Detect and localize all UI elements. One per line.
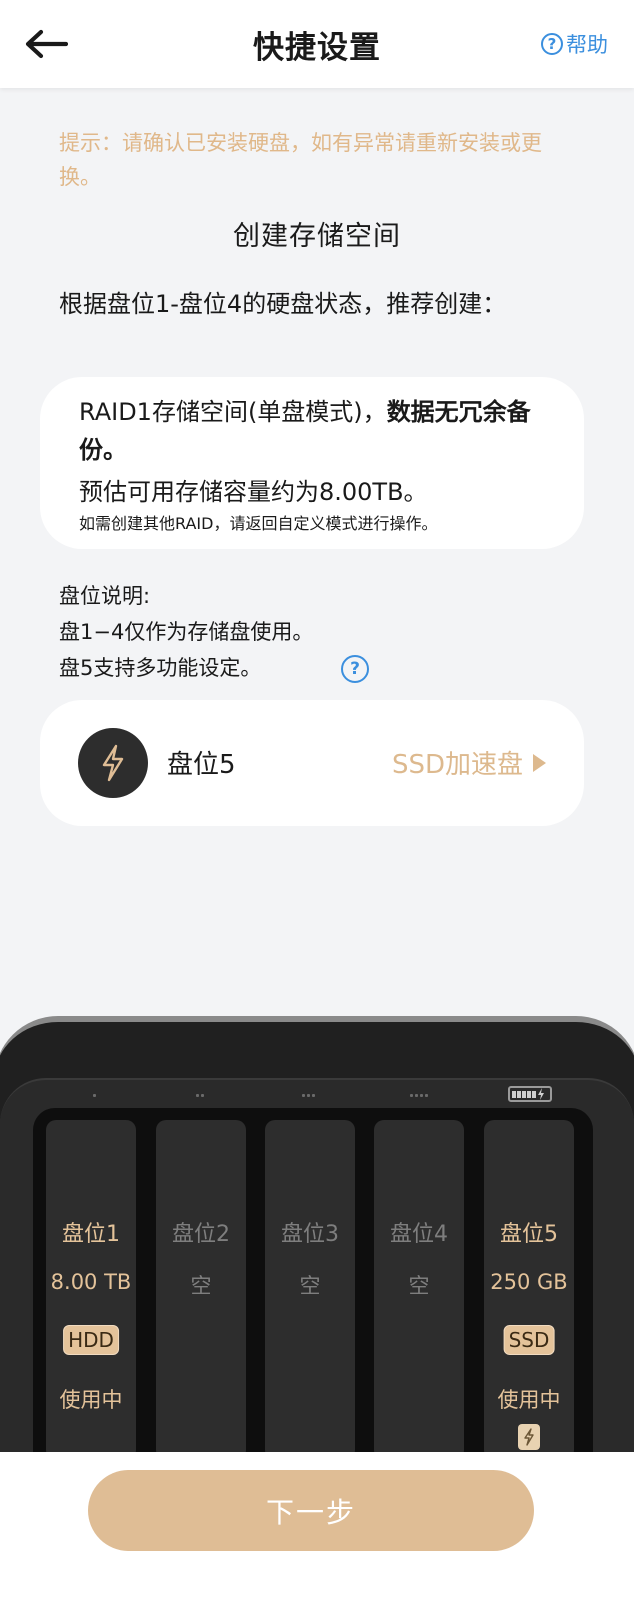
bay4-led-icon (410, 1094, 428, 1098)
page-title: 快捷设置 (253, 30, 381, 66)
bay2-led-icon (196, 1094, 204, 1098)
bay-name: 盘位2 (172, 1222, 230, 1247)
recommend-text: 根据盘位1-盘位4的硬盘状态，推荐创建： (59, 290, 507, 318)
raid-mode-line: RAID1存储空间(单盘模式)，数据无冗余备份。 (79, 393, 546, 469)
slot5-mode-label: SSD加速盘 (391, 750, 523, 780)
slot-desc-line1: 盘1−4仅作为存储盘使用。 (59, 620, 314, 644)
slot-desc-heading: 盘位说明: (59, 584, 151, 608)
lightning-icon (78, 728, 148, 798)
bay-status: 使用中 (497, 1388, 561, 1412)
bay-name: 盘位4 (390, 1222, 448, 1247)
raid-capacity: 预估可用存储容量约为8.00TB。 (79, 478, 428, 506)
raid-note: 如需创建其他RAID，请返回自定义模式进行操作。 (79, 514, 438, 533)
bay-status: 使用中 (59, 1388, 123, 1412)
bay-2: 盘位2 空 (156, 1120, 246, 1460)
app-header: 快捷设置 ? 帮助 (0, 0, 634, 88)
bay-name: 盘位5 (500, 1222, 558, 1247)
section-title: 创建存储空间 (233, 221, 401, 252)
ssd-indicator-icon (508, 1086, 552, 1102)
slot5-mode[interactable]: SSD加速盘 (392, 744, 546, 781)
slot-desc-line2: 盘5支持多功能设定。 (59, 656, 262, 680)
bay-capacity: 空 (299, 1274, 321, 1298)
bay-type-badge: HDD (63, 1325, 119, 1355)
next-button[interactable]: 下一步 (88, 1470, 534, 1551)
bay-name: 盘位1 (62, 1222, 120, 1247)
bay-1: 盘位1 8.00 TB HDD 使用中 (46, 1120, 136, 1460)
question-icon[interactable]: ? (341, 655, 369, 683)
slot5-setting-card[interactable]: 盘位5 SSD加速盘 (40, 700, 584, 826)
bay-type-badge: SSD (503, 1325, 555, 1355)
triangle-right-icon (533, 753, 546, 772)
bay1-led-icon (93, 1094, 96, 1098)
hint-text: 提示：请确认已安装硬盘，如有异常请重新安装或更换。 (59, 131, 542, 189)
slot-description: 盘位说明: 盘1−4仅作为存储盘使用。 盘5支持多功能设定。 (59, 578, 579, 686)
bay-3: 盘位3 空 (265, 1120, 355, 1460)
help-link[interactable]: ? 帮助 (541, 30, 608, 58)
slot5-label: 盘位5 (167, 750, 236, 780)
bay-5: 盘位5 250 GB SSD 使用中 (484, 1120, 574, 1460)
bay-name: 盘位3 (281, 1222, 339, 1247)
bay-capacity: 空 (408, 1274, 430, 1298)
bay-capacity: 空 (190, 1274, 212, 1298)
help-icon: ? (541, 33, 563, 55)
help-label: 帮助 (566, 33, 608, 57)
bay-capacity: 250 GB (490, 1270, 568, 1294)
bay3-led-icon (302, 1094, 315, 1098)
lightning-icon (518, 1424, 540, 1450)
raid-recommendation-card: RAID1存储空间(单盘模式)，数据无冗余备份。 预估可用存储容量约为8.00T… (40, 377, 584, 549)
bay-capacity: 8.00 TB (50, 1270, 132, 1294)
bay-4: 盘位4 空 (374, 1120, 464, 1460)
raid-mode-text: RAID1存储空间(单盘模式)， (79, 398, 387, 426)
